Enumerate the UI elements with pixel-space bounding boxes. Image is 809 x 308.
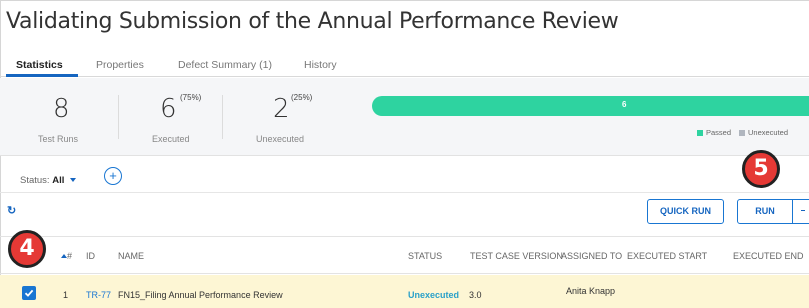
col-header-executed-end[interactable]: EXECUTED END (733, 251, 804, 261)
add-filter-button[interactable]: + (104, 167, 122, 185)
executed-count: 6 (160, 94, 177, 124)
step-5-badge: 5 (742, 150, 780, 188)
unexecuted-percent: (25%) (291, 93, 313, 102)
step-4-badge: 4 (8, 230, 46, 268)
tab-defect-summary[interactable]: Defect Summary (1) (178, 59, 272, 71)
col-header-name[interactable]: NAME (118, 251, 144, 261)
col-header-id[interactable]: ID (86, 251, 95, 261)
row-status: Unexecuted (408, 290, 460, 300)
test-runs-count: 8 (53, 94, 70, 124)
tab-properties[interactable]: Properties (96, 59, 144, 71)
tab-statistics[interactable]: Statistics (16, 59, 63, 71)
col-header-version[interactable]: TEST CASE VERSION (470, 251, 563, 261)
unexecuted-legend-swatch (739, 130, 745, 136)
col-header-status[interactable]: STATUS (408, 251, 442, 261)
stat-divider (118, 95, 119, 139)
row-assigned-to: Anita Knapp (566, 286, 616, 296)
unexecuted-label: Unexecuted (256, 134, 305, 144)
page-title: Validating Submission of the Annual Perf… (6, 9, 619, 34)
test-runs-label: Test Runs (38, 134, 79, 144)
row-name[interactable]: FN15_Filing Annual Performance Review (118, 290, 283, 300)
row-id-link[interactable]: TR-77 (86, 290, 111, 300)
minus-icon (801, 210, 805, 211)
col-header-assigned[interactable]: ASSIGNED TO (561, 251, 622, 261)
active-tab-indicator (6, 74, 78, 77)
tab-history[interactable]: History (304, 59, 337, 71)
execution-progress-bar (372, 96, 809, 116)
status-filter[interactable]: Status: All (20, 175, 64, 186)
executed-label: Executed (152, 134, 190, 144)
chevron-down-icon[interactable] (70, 178, 76, 182)
quick-run-button[interactable]: QUICK RUN (647, 199, 724, 224)
stat-divider (222, 95, 223, 139)
tab-bar: Statistics Properties Defect Summary (1)… (0, 50, 809, 77)
unexecuted-legend-label: Unexecuted (748, 128, 789, 137)
executed-percent: (75%) (180, 93, 202, 102)
row-checkbox[interactable] (22, 286, 36, 300)
passed-legend-label: Passed (706, 128, 732, 137)
passed-legend-swatch (697, 130, 703, 136)
run-options-dropdown[interactable] (792, 199, 809, 224)
status-filter-value: All (52, 175, 65, 186)
refresh-icon[interactable]: ↻ (7, 204, 16, 217)
status-filter-prefix: Status: (20, 175, 50, 186)
run-button[interactable]: RUN (737, 199, 793, 224)
checkmark-icon (24, 289, 34, 297)
passed-count-label: 6 (622, 100, 627, 109)
col-header-num[interactable]: # (67, 251, 72, 261)
row-version: 3.0 (469, 290, 482, 300)
unexecuted-count: 2 (273, 94, 290, 124)
col-header-executed-start[interactable]: EXECUTED START (627, 251, 707, 261)
statistics-panel (0, 78, 809, 156)
row-num: 1 (63, 290, 69, 300)
